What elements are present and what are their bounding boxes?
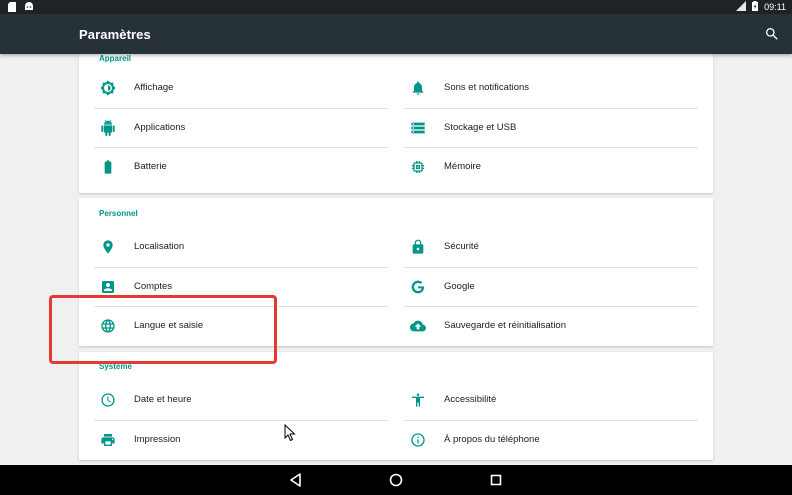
clock-time: 09:11 xyxy=(764,2,786,12)
app-bar: Paramètres xyxy=(0,14,792,54)
section-systeme: Système Date et heure Accessibilité Impr… xyxy=(79,352,713,460)
location-pin-icon xyxy=(100,239,116,255)
search-icon xyxy=(766,28,778,40)
setting-label: Localisation xyxy=(134,241,185,252)
home-icon xyxy=(389,473,403,487)
setting-label: Sauvegarde et réinitialisation xyxy=(444,320,566,331)
lock-icon xyxy=(410,239,426,255)
setting-sauvegarde-reinitialisation[interactable]: Sauvegarde et réinitialisation xyxy=(404,306,698,346)
navigation-bar xyxy=(0,465,792,495)
account-box-icon xyxy=(100,279,116,295)
recents-button[interactable] xyxy=(488,472,504,488)
accessibility-icon xyxy=(410,392,426,408)
setting-localisation[interactable]: Localisation xyxy=(94,227,388,267)
setting-label: Google xyxy=(444,281,475,292)
search-button[interactable] xyxy=(764,26,780,42)
section-personnel: Personnel Localisation Sécurité Comptes … xyxy=(79,198,713,346)
setting-batterie[interactable]: Batterie xyxy=(94,147,388,187)
setting-memoire[interactable]: Mémoire xyxy=(404,147,698,187)
setting-affichage[interactable]: Affichage xyxy=(94,68,388,108)
setting-label: Batterie xyxy=(134,161,167,172)
recents-icon xyxy=(490,474,502,486)
setting-label: Applications xyxy=(134,122,186,133)
printer-icon xyxy=(100,432,116,448)
globe-icon xyxy=(100,318,116,334)
setting-label: Date et heure xyxy=(134,394,192,405)
setting-label: Accessibilité xyxy=(444,394,497,405)
setting-label: Sécurité xyxy=(444,241,479,252)
android-icon xyxy=(100,120,116,136)
setting-label: À propos du téléphone xyxy=(444,434,540,445)
brightness-icon xyxy=(100,80,116,96)
memory-icon xyxy=(410,159,426,175)
setting-date-heure[interactable]: Date et heure xyxy=(94,380,388,420)
sd-card-icon xyxy=(8,2,16,14)
info-icon xyxy=(410,432,426,448)
setting-langue-saisie[interactable]: Langue et saisie xyxy=(94,306,388,346)
cloud-upload-icon xyxy=(410,318,426,334)
back-icon xyxy=(290,473,301,487)
battery-icon xyxy=(100,159,116,175)
setting-accessibilite[interactable]: Accessibilité xyxy=(404,380,698,420)
setting-label: Stockage et USB xyxy=(444,122,517,133)
battery-icon xyxy=(752,1,759,13)
setting-label: Mémoire xyxy=(444,161,481,172)
setting-label: Comptes xyxy=(134,281,173,292)
status-bar: 09:11 xyxy=(0,0,792,14)
page-title: Paramètres xyxy=(79,27,151,42)
google-g-icon xyxy=(410,279,426,295)
home-button[interactable] xyxy=(388,472,404,488)
setting-securite[interactable]: Sécurité xyxy=(404,227,698,267)
bell-icon xyxy=(410,80,426,96)
section-title-systeme: Système xyxy=(99,362,132,371)
network-icon xyxy=(736,1,747,13)
setting-applications[interactable]: Applications xyxy=(94,108,388,148)
section-title-personnel: Personnel xyxy=(99,209,138,218)
storage-icon xyxy=(410,120,426,136)
setting-comptes[interactable]: Comptes xyxy=(94,267,388,307)
mouse-cursor-icon xyxy=(284,423,296,447)
android-icon xyxy=(24,2,34,14)
setting-label: Sons et notifications xyxy=(444,82,530,93)
clock-icon xyxy=(100,392,116,408)
setting-label: Impression xyxy=(134,434,181,445)
setting-google[interactable]: Google xyxy=(404,267,698,307)
setting-label: Affichage xyxy=(134,82,174,93)
section-appareil: Appareil Affichage Sons et notifications… xyxy=(79,54,713,193)
back-button[interactable] xyxy=(288,472,304,488)
setting-a-propos[interactable]: À propos du téléphone xyxy=(404,420,698,460)
setting-stockage-usb[interactable]: Stockage et USB xyxy=(404,108,698,148)
setting-label: Langue et saisie xyxy=(134,320,204,331)
setting-impression[interactable]: Impression xyxy=(94,420,388,460)
section-title-appareil: Appareil xyxy=(99,54,132,63)
settings-list[interactable]: Appareil Affichage Sons et notifications… xyxy=(0,54,792,465)
setting-sons-notifications[interactable]: Sons et notifications xyxy=(404,68,698,108)
